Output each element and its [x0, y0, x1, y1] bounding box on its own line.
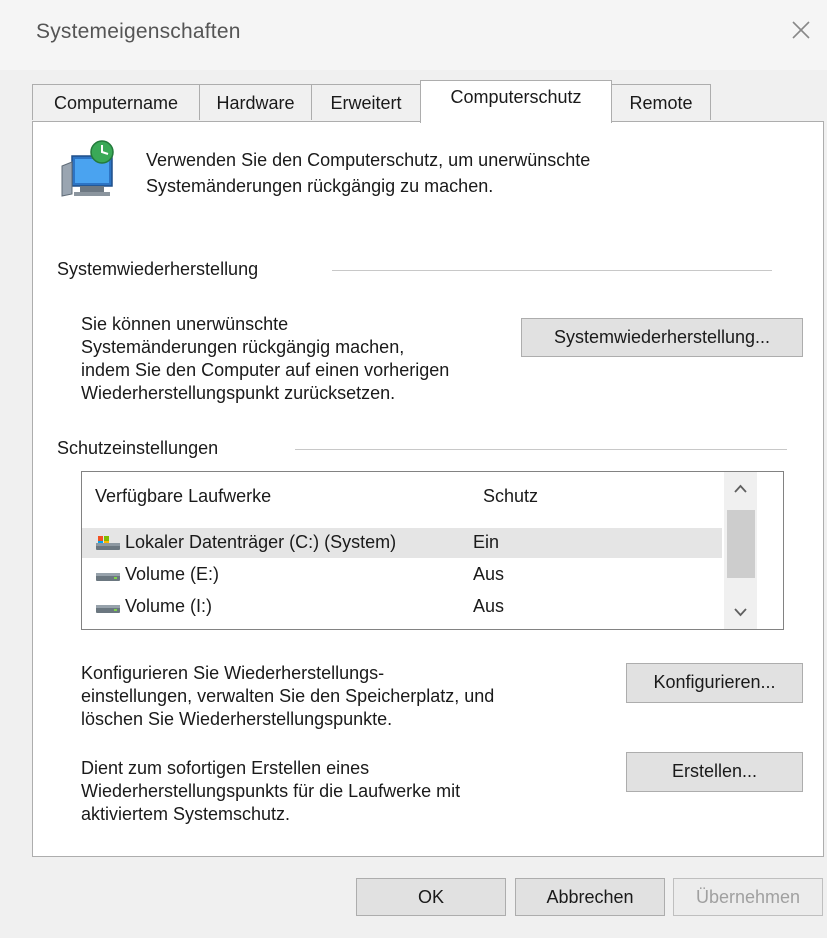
configure-line-2: einstellungen, verwalten Sie den Speiche…: [81, 686, 495, 706]
protection-group-label: Schutzeinstellungen: [57, 438, 227, 459]
close-icon[interactable]: [787, 16, 815, 44]
create-line-2: Wiederherstellungspunkts für die Laufwer…: [81, 781, 461, 801]
ok-button[interactable]: OK: [356, 878, 506, 916]
intro-line-1: Verwenden Sie den Computerschutz, um une…: [146, 150, 591, 170]
system-drive-icon: [96, 536, 120, 550]
restore-group-divider: [332, 270, 772, 271]
intro-text: Verwenden Sie den Computerschutz, um une…: [146, 147, 766, 199]
column-header-drives[interactable]: Verfügbare Laufwerke: [95, 486, 271, 507]
tab-computerschutz[interactable]: Computerschutz: [420, 80, 612, 123]
drive-row-i[interactable]: Volume (I:) Aus: [82, 592, 722, 622]
tab-hardware[interactable]: Hardware: [199, 84, 312, 120]
scroll-up-icon[interactable]: [724, 472, 757, 506]
computer-protection-icon: [61, 140, 114, 197]
configure-line-1: Konfigurieren Sie Wiederherstellungs-: [81, 663, 385, 683]
title-bar: Systemeigenschaften: [0, 0, 827, 70]
create-line-3: aktiviertem Systemschutz.: [81, 804, 291, 824]
drive-status: Aus: [473, 564, 505, 584]
restore-line-3: indem Sie den Computer auf einen vorheri…: [81, 360, 450, 380]
create-description: Dient zum sofortigen Erstellen eines Wie…: [81, 757, 601, 826]
create-button[interactable]: Erstellen...: [626, 752, 803, 792]
drive-row-c[interactable]: Lokaler Datenträger (C:) (System) Ein: [82, 528, 722, 558]
intro-line-2: Systemänderungen rückgängig zu machen.: [146, 176, 494, 196]
drive-row-e[interactable]: Volume (E:) Aus: [82, 560, 722, 590]
window-title: Systemeigenschaften: [36, 20, 241, 43]
restore-group-label: Systemwiederherstellung: [57, 259, 267, 280]
drive-name: Volume (I:): [125, 596, 213, 616]
drive-status: Aus: [473, 596, 505, 616]
restore-line-4: Wiederherstellungspunkt zurücksetzen.: [81, 383, 396, 403]
configure-button[interactable]: Konfigurieren...: [626, 663, 803, 703]
tab-strip: Computername Hardware Erweitert Computer…: [32, 80, 822, 123]
system-restore-button[interactable]: Systemwiederherstellung...: [521, 318, 803, 357]
drive-name: Volume (E:): [125, 564, 220, 584]
configure-description: Konfigurieren Sie Wiederherstellungs- ei…: [81, 662, 601, 731]
drives-list-scrollbar[interactable]: [724, 472, 757, 629]
protection-group-divider: [295, 449, 787, 450]
drive-status: Ein: [473, 532, 500, 552]
restore-line-1: Sie können unerwünschte: [81, 314, 289, 334]
scroll-down-icon[interactable]: [724, 595, 757, 629]
restore-description: Sie können unerwünschte Systemänderungen…: [81, 313, 521, 405]
apply-button[interactable]: Übernehmen: [673, 878, 823, 916]
create-line-1: Dient zum sofortigen Erstellen eines: [81, 758, 370, 778]
drives-list-header: Verfügbare Laufwerke Schutz: [82, 472, 722, 522]
tab-remote[interactable]: Remote: [611, 84, 711, 120]
tab-erweitert[interactable]: Erweitert: [311, 84, 421, 120]
configure-line-3: löschen Sie Wiederherstellungspunkte.: [81, 709, 393, 729]
scrollbar-thumb[interactable]: [727, 510, 755, 578]
drive-name: Lokaler Datenträger (C:) (System): [125, 532, 397, 552]
tab-computername[interactable]: Computername: [32, 84, 200, 120]
drives-list[interactable]: Verfügbare Laufwerke Schutz Lokaler Date…: [81, 471, 784, 630]
column-header-status[interactable]: Schutz: [483, 486, 538, 507]
restore-line-2: Systemänderungen rückgängig machen,: [81, 337, 405, 357]
cancel-button[interactable]: Abbrechen: [515, 878, 665, 916]
drive-icon: [96, 605, 120, 613]
drive-icon: [96, 573, 120, 581]
